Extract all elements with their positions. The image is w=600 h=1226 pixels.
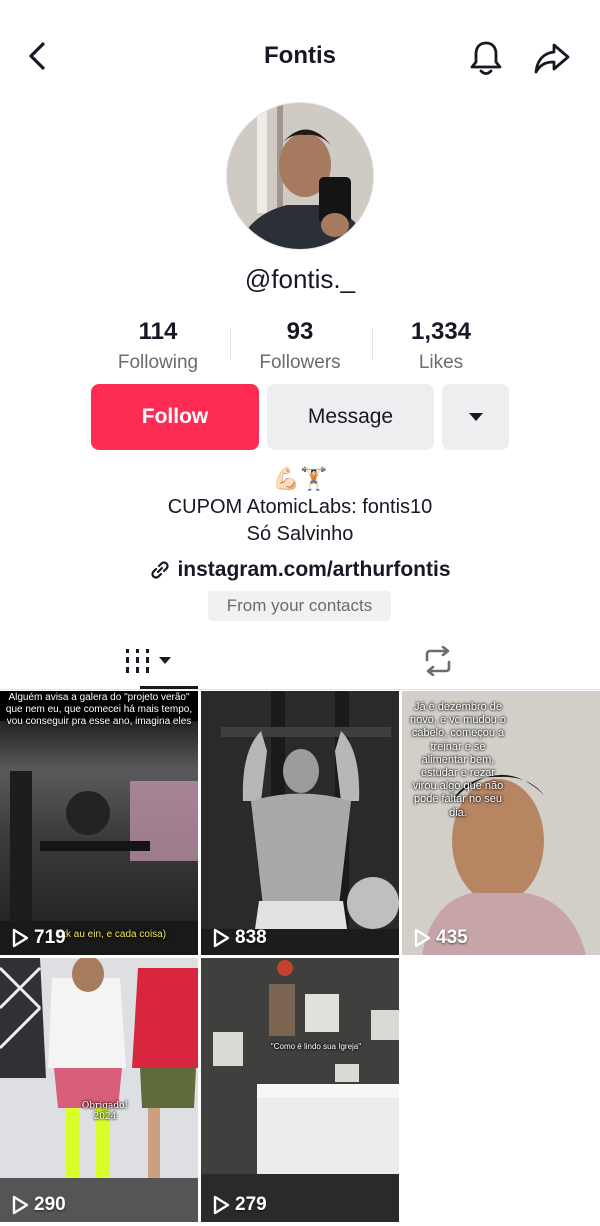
view-count-text: 719 (34, 927, 66, 948)
tab-active-indicator (140, 686, 198, 689)
video-tile[interactable]: 838 (201, 691, 399, 955)
play-icon (213, 1195, 230, 1215)
video-grid: Alguém avisa a galera do "projeto verão"… (0, 691, 600, 1226)
video-caption: Alguém avisa a galera do "projeto verão"… (5, 692, 193, 727)
play-icon (12, 1195, 29, 1215)
link-text: instagram.com/arthurfontis (177, 558, 451, 581)
link-icon (151, 561, 170, 579)
view-count: 435 (412, 927, 468, 949)
content-tabs (0, 632, 600, 690)
share-arrow-icon (534, 43, 570, 74)
view-count-text: 279 (235, 1194, 267, 1215)
view-count-text: 838 (235, 927, 267, 948)
bell-icon (470, 41, 502, 75)
video-caption: Obrigado! 2024 (81, 1101, 129, 1122)
video-tile[interactable]: Já é dezembro de novo, e vc mudou o cabe… (402, 691, 600, 955)
play-icon (12, 928, 29, 948)
view-count: 279 (211, 1194, 267, 1216)
play-icon (414, 928, 431, 948)
video-thumbnail (201, 958, 399, 1222)
stat-label: Followers (259, 352, 341, 373)
bio-emoji: 💪🏻🏋🏻 (272, 466, 328, 491)
view-count: 290 (10, 1194, 66, 1216)
avatar[interactable] (226, 102, 374, 250)
profile-link[interactable]: instagram.com/arthurfontis (0, 558, 600, 582)
caret-down-icon (468, 413, 483, 421)
view-count: 719 (10, 927, 66, 949)
stat-value: 1,334 (410, 318, 472, 345)
bio-line: CUPOM AtomicLabs: fontis10 (167, 496, 433, 518)
stat-likes[interactable]: 1,334 Likes (371, 318, 511, 374)
video-tile[interactable]: "Como é lindo sua Igreja" 279 (201, 958, 399, 1222)
grid-columns-icon (126, 649, 171, 673)
video-caption: "Como é lindo sua Igreja" (270, 1042, 362, 1051)
tab-reposts[interactable] (388, 632, 488, 690)
stat-followers[interactable]: 93 Followers (230, 318, 370, 374)
repost-icon (425, 646, 451, 676)
video-caption: Já é dezembro de novo, e vc mudou o cabe… (409, 701, 506, 819)
stat-value: 93 (286, 318, 314, 345)
view-count-text: 290 (34, 1194, 66, 1215)
share-button[interactable] (532, 38, 572, 78)
video-caption-bottom: kkk au ein, e cada coisa) (56, 929, 167, 940)
video-tile[interactable]: Alguém avisa a galera do "projeto verão"… (0, 691, 198, 955)
stat-label: Likes (418, 352, 464, 373)
avatar-photo (227, 103, 373, 249)
view-count-text: 435 (436, 927, 468, 948)
stat-label: Following (117, 352, 199, 373)
video-tile[interactable]: Obrigado! 2024 290 (0, 958, 198, 1222)
stat-value: 114 (138, 318, 178, 345)
top-bar: Fontis (0, 24, 600, 88)
page-title: Fontis (264, 42, 336, 69)
video-thumbnail (201, 691, 399, 955)
video-thumbnail (0, 958, 198, 1222)
view-count: 838 (211, 927, 267, 949)
message-button[interactable]: Message (267, 384, 434, 450)
more-options-button[interactable] (442, 384, 509, 450)
notification-button[interactable] (466, 38, 506, 78)
status-bar (0, 0, 600, 24)
contacts-badge: From your contacts (208, 591, 391, 621)
follow-button[interactable]: Follow (91, 384, 259, 450)
play-icon (213, 928, 230, 948)
bio-line: Só Salvinho (246, 523, 354, 545)
tab-videos[interactable] (100, 632, 200, 690)
username: @fontis._ (244, 264, 356, 294)
video-thumbnail (0, 691, 198, 955)
stat-following[interactable]: 114 Following (88, 318, 228, 374)
